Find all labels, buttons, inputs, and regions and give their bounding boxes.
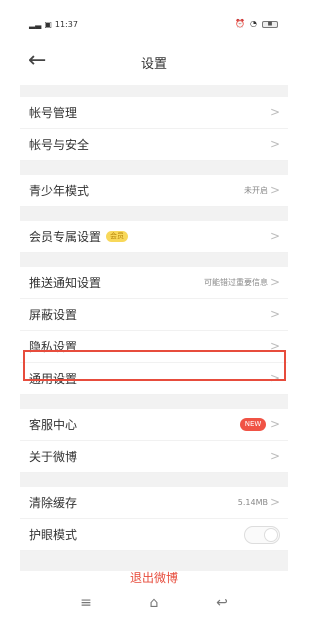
battery-icon: ■ xyxy=(262,20,278,28)
item-label: 帐号与安全 xyxy=(29,138,90,152)
settings-item-block-settings[interactable]: 屏蔽设置 > xyxy=(20,299,288,331)
item-label: 屏蔽设置 xyxy=(29,308,78,322)
settings-item-account-management[interactable]: 帐号管理 > xyxy=(20,97,288,129)
group-gap xyxy=(20,473,288,487)
settings-item-push-notifications[interactable]: 推送通知设置 可能错过重要信息 > xyxy=(20,267,288,299)
settings-item-about-weibo[interactable]: 关于微博 > xyxy=(20,441,288,473)
chevron-right-icon: > xyxy=(269,137,280,151)
settings-item-account-security[interactable]: 帐号与安全 > xyxy=(20,129,288,161)
nav-bar: ← 设置 xyxy=(20,45,288,83)
item-label: 护眼模式 xyxy=(29,528,78,542)
menu-icon[interactable]: ≡ xyxy=(74,593,98,613)
item-label: 关于微博 xyxy=(29,450,78,464)
toggle-knob xyxy=(264,528,278,542)
vip-crown-badge: 会员 xyxy=(106,231,128,242)
wifi-icon: ◔ xyxy=(250,19,257,28)
chevron-right-icon: > xyxy=(269,307,280,321)
group-gap xyxy=(20,161,288,175)
item-label: 客服中心 xyxy=(29,418,78,432)
group-gap xyxy=(20,395,288,409)
item-label: 清除缓存 xyxy=(29,496,78,510)
status-time: 11:37 xyxy=(54,20,78,29)
item-label: 隐私设置 xyxy=(29,340,78,354)
item-label: 推送通知设置 xyxy=(29,276,102,290)
settings-item-clear-cache[interactable]: 清除缓存 5.14MB > xyxy=(20,487,288,519)
settings-item-teen-mode[interactable]: 青少年模式 未开启 > xyxy=(20,175,288,207)
logout-button[interactable]: 退出微博 xyxy=(20,570,288,586)
chevron-right-icon: > xyxy=(269,449,280,463)
settings-item-eye-care-mode[interactable]: 护眼模式 xyxy=(20,519,288,551)
item-value: 未开启 xyxy=(244,186,268,195)
chevron-right-icon: > xyxy=(269,229,280,243)
settings-item-general-settings[interactable]: 通用设置 > xyxy=(20,363,288,395)
back-icon[interactable]: ↩ xyxy=(210,593,234,613)
status-left: ▂▃ ▣ 11:37 xyxy=(29,20,78,29)
item-label: 帐号管理 xyxy=(29,106,78,120)
item-label: 会员专属设置 xyxy=(29,230,102,244)
chevron-right-icon: > xyxy=(269,105,280,119)
bottom-navigation: ≡ ⌂ ↩ xyxy=(20,593,288,613)
settings-screen: ▂▃ ▣ 11:37 ⏰ ◔ ■ ← 设置 帐号管理 > 帐号与安全 > 青少年… xyxy=(0,0,309,620)
chevron-right-icon: > xyxy=(269,371,280,385)
chevron-right-icon: > xyxy=(269,183,280,197)
chevron-right-icon: > xyxy=(269,275,280,289)
settings-item-privacy-settings[interactable]: 隐私设置 > xyxy=(20,331,288,363)
chevron-right-icon: > xyxy=(269,495,280,509)
item-value: 5.14MB xyxy=(237,498,268,507)
item-label: 通用设置 xyxy=(29,372,78,386)
group-gap xyxy=(20,207,288,221)
page-title: 设置 xyxy=(140,57,167,72)
item-label: 青少年模式 xyxy=(29,184,90,198)
new-badge: NEW xyxy=(240,418,266,431)
alarm-icon: ⏰ xyxy=(235,19,246,28)
home-icon[interactable]: ⌂ xyxy=(142,593,166,613)
settings-item-customer-service[interactable]: 客服中心 NEW > xyxy=(20,409,288,441)
status-bar: ▂▃ ▣ 11:37 ⏰ ◔ ■ xyxy=(20,15,288,35)
group-gap xyxy=(20,85,288,97)
group-gap xyxy=(20,253,288,267)
item-value: 可能错过重要信息 xyxy=(204,278,268,287)
sim-icon: ▣ xyxy=(44,19,52,29)
signal-icon: ▂▃ xyxy=(29,19,42,29)
settings-panel: ▂▃ ▣ 11:37 ⏰ ◔ ■ ← 设置 帐号管理 > 帐号与安全 > 青少年… xyxy=(20,15,288,615)
settings-item-vip-settings[interactable]: 会员专属设置 会员 > xyxy=(20,221,288,253)
chevron-right-icon: > xyxy=(269,417,280,431)
group-gap xyxy=(20,551,288,571)
eye-care-toggle[interactable] xyxy=(244,526,280,544)
status-right: ⏰ ◔ ■ xyxy=(235,20,278,28)
chevron-right-icon: > xyxy=(269,339,280,353)
